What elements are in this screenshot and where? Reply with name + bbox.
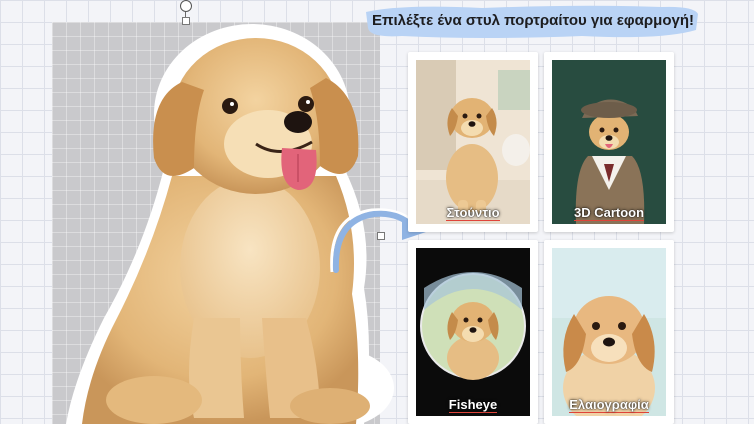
style-card-fisheye[interactable]: Fisheye — [408, 240, 538, 424]
fisheye-thumbnail — [416, 248, 530, 416]
page-title: Επιλέξτε ένα στυλ πορτραίτου για εφαρμογ… — [371, 12, 694, 29]
style-card-studio[interactable]: Στούντιο — [408, 52, 538, 232]
style-card-oil-painting[interactable]: Ελαιογραφία — [544, 240, 674, 424]
title-banner: Επιλέξτε ένα στυλ πορτραίτου για εφαρμογ… — [362, 2, 698, 40]
style-label-fisheye: Fisheye — [448, 397, 498, 413]
studio-thumbnail — [416, 60, 530, 224]
oil-painting-thumbnail — [552, 248, 666, 416]
cartoon-thumbnail — [552, 60, 666, 224]
style-label-studio: Στούντιο — [446, 205, 500, 221]
style-label-oil-painting: Ελαιογραφία — [569, 397, 649, 413]
rotate-handle-icon[interactable] — [180, 0, 192, 12]
style-card-3d-cartoon[interactable]: 3D Cartoon — [544, 52, 674, 232]
style-label-3d-cartoon: 3D Cartoon — [573, 205, 645, 221]
